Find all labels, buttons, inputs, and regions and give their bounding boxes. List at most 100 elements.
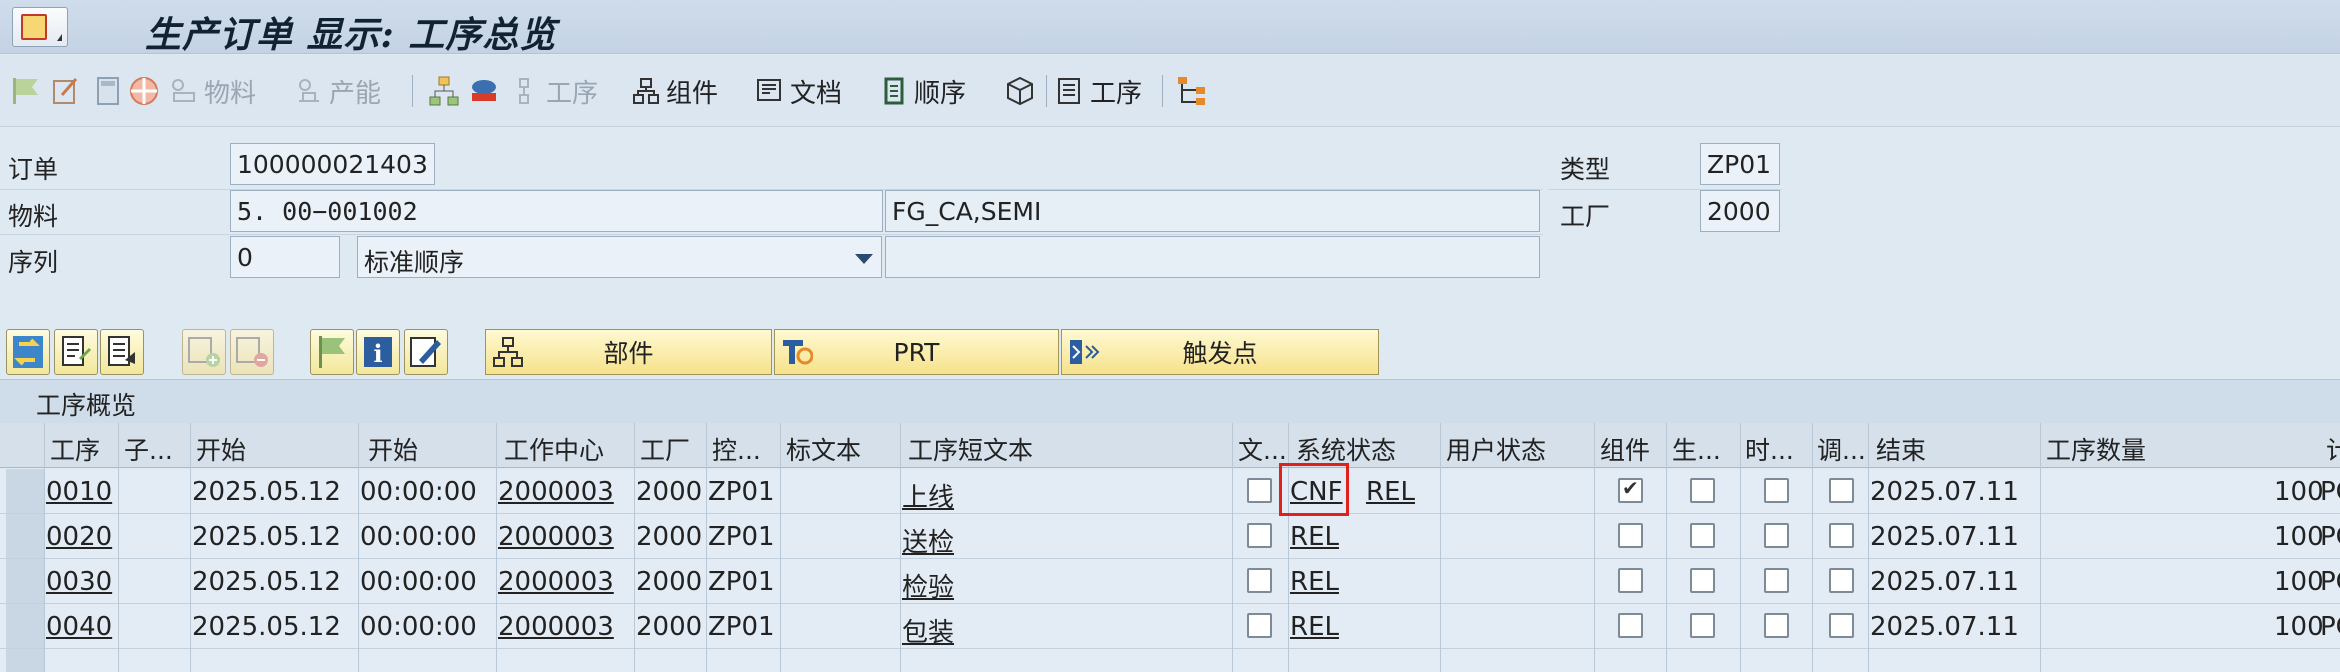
col-plant[interactable]: 工厂 <box>640 431 706 467</box>
cell-short-text[interactable]: 送检 <box>902 522 954 559</box>
toolbar-sequence-button[interactable]: 顺序 <box>880 71 966 111</box>
sequence-select[interactable]: 标准顺序 <box>357 236 882 278</box>
pencil-icon <box>410 337 441 367</box>
chevron-down-icon[interactable] <box>855 254 873 264</box>
production-checkbox[interactable] <box>1690 613 1715 638</box>
cell-work-center[interactable]: 2000003 <box>498 522 614 552</box>
cell-status-rel[interactable]: REL <box>1290 567 1339 597</box>
edit-button[interactable] <box>404 329 448 375</box>
long-text-checkbox[interactable] <box>1247 478 1272 503</box>
trigger-point-button[interactable]: 触发点 <box>1061 329 1379 375</box>
sequence-field[interactable]: 0 <box>230 236 340 278</box>
cell-work-center[interactable]: 2000003 <box>498 567 614 597</box>
app-menu-button[interactable] <box>12 7 68 47</box>
edit-icon <box>53 78 78 104</box>
select-all-button[interactable] <box>6 329 50 375</box>
material-label: 物料 <box>8 202 59 231</box>
cell-short-text[interactable]: 包装 <box>902 612 954 649</box>
col-end[interactable]: 结束 <box>1876 431 2036 467</box>
table-row[interactable]: 0040 2025.05.12 00:00:00 2000003 2000 ZP… <box>0 604 2340 649</box>
cell-operation[interactable]: 0010 <box>46 477 112 507</box>
production-checkbox[interactable] <box>1690 478 1715 503</box>
cell-status-rel[interactable]: REL <box>1366 477 1415 507</box>
time-checkbox[interactable] <box>1764 613 1789 638</box>
network-icon[interactable] <box>1176 75 1208 107</box>
table-row[interactable]: 0030 2025.05.12 00:00:00 2000003 2000 ZP… <box>0 559 2340 604</box>
col-start-date[interactable]: 开始 <box>196 431 356 467</box>
toolbar-document-button[interactable]: 文档 <box>756 71 842 111</box>
component-button[interactable]: 部件 <box>485 329 772 375</box>
time-checkbox[interactable] <box>1764 568 1789 593</box>
long-text-checkbox[interactable] <box>1247 523 1272 548</box>
toolbar-operation-button[interactable]: 工序 <box>1056 71 1142 111</box>
time-checkbox[interactable] <box>1764 478 1789 503</box>
table-row[interactable]: 0010 2025.05.12 00:00:00 2000003 2000 ZP… <box>0 469 2340 514</box>
cell-status-rel[interactable]: REL <box>1290 522 1339 552</box>
production-checkbox[interactable] <box>1690 523 1715 548</box>
flag-icon <box>13 78 38 104</box>
col-system-status[interactable]: 系统状态 <box>1296 431 1436 467</box>
cell-operation[interactable]: 0040 <box>46 612 112 642</box>
column-divider <box>2040 423 2041 672</box>
col-production[interactable]: 生... <box>1672 431 1732 467</box>
row-selector[interactable] <box>6 604 44 648</box>
cell-short-text[interactable]: 检验 <box>902 567 954 604</box>
col-op-quantity[interactable]: 工序数量 <box>2046 431 2246 467</box>
material-field[interactable]: 5. 00−001002 <box>230 190 883 232</box>
table-row[interactable]: 0020 2025.05.12 00:00:00 2000003 2000 ZP… <box>0 514 2340 559</box>
plant-field[interactable]: 2000 <box>1700 190 1780 232</box>
detail-button[interactable] <box>54 329 98 375</box>
type-label: 类型 <box>1560 155 1611 184</box>
flag-button[interactable] <box>310 329 354 375</box>
col-std-text[interactable]: 标文本 <box>786 431 896 467</box>
col-user-status[interactable]: 用户状态 <box>1446 431 1586 467</box>
long-text-checkbox[interactable] <box>1247 568 1272 593</box>
row-selector[interactable] <box>6 469 44 513</box>
cell-operation[interactable]: 0030 <box>46 567 112 597</box>
column-divider <box>1666 423 1667 672</box>
toolbar-component-button[interactable]: 组件 <box>632 71 718 111</box>
svg-text:i: i <box>373 339 382 368</box>
table-row-empty <box>0 649 2340 672</box>
component-checkbox[interactable] <box>1618 568 1643 593</box>
component-checkbox[interactable] <box>1618 476 1643 503</box>
costs-icon <box>130 77 158 105</box>
adjust-checkbox[interactable] <box>1829 523 1854 548</box>
col-start-time[interactable]: 开始 <box>368 431 498 467</box>
row-selector[interactable] <box>6 559 44 603</box>
table-title: 工序概览 <box>36 391 137 420</box>
col-component[interactable]: 组件 <box>1600 431 1660 467</box>
cell-work-center[interactable]: 2000003 <box>498 612 614 642</box>
adjust-checkbox[interactable] <box>1829 568 1854 593</box>
col-suboperation[interactable]: 子... <box>124 431 182 467</box>
component-checkbox[interactable] <box>1618 523 1643 548</box>
cell-unit: PC <box>2320 612 2340 642</box>
col-short-text[interactable]: 工序短文本 <box>908 431 1228 467</box>
row-selector[interactable] <box>6 514 44 558</box>
adjust-checkbox[interactable] <box>1829 613 1854 638</box>
order-field[interactable]: 100000021403 <box>230 143 435 185</box>
cell-status-rel[interactable]: REL <box>1290 612 1339 642</box>
type-field[interactable]: ZP01 <box>1700 143 1780 185</box>
cell-short-text[interactable]: 上线 <box>902 477 954 514</box>
col-control-key[interactable]: 控... <box>712 431 778 467</box>
long-text-checkbox[interactable] <box>1247 613 1272 638</box>
col-operation[interactable]: 工序 <box>50 431 105 467</box>
column-divider <box>496 423 497 672</box>
divider <box>0 234 1543 235</box>
time-checkbox[interactable] <box>1764 523 1789 548</box>
col-long-text[interactable]: 文... <box>1238 431 1288 467</box>
prt-button[interactable]: PRT <box>774 329 1059 375</box>
col-time[interactable]: 时... <box>1745 431 1801 467</box>
cell-work-center[interactable]: 2000003 <box>498 477 614 507</box>
production-checkbox[interactable] <box>1690 568 1715 593</box>
info-button[interactable]: i <box>356 329 400 375</box>
cell-operation[interactable]: 0020 <box>46 522 112 552</box>
component-checkbox[interactable] <box>1618 613 1643 638</box>
row-selector[interactable] <box>6 649 44 672</box>
col-adjust[interactable]: 调... <box>1817 431 1873 467</box>
document-button[interactable] <box>100 329 144 375</box>
adjust-checkbox[interactable] <box>1829 478 1854 503</box>
col-work-center[interactable]: 工作中心 <box>504 431 634 467</box>
col-unit[interactable]: 计 <box>2326 431 2340 467</box>
